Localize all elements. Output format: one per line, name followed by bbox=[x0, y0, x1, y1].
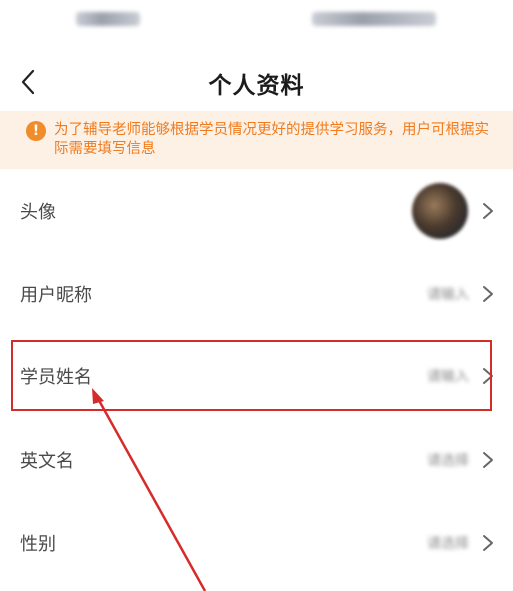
row-gender[interactable]: 性别 请选择 bbox=[0, 513, 513, 573]
chevron-right-icon bbox=[483, 286, 493, 302]
status-time bbox=[76, 12, 140, 26]
profile-screen: 个人资料 ! 为了辅导老师能够根据学员情况更好的提供学习服务，用户可根据实际需要… bbox=[0, 0, 513, 591]
row-label-gender: 性别 bbox=[20, 534, 56, 555]
page-title: 个人资料 bbox=[208, 73, 305, 99]
row-avatar[interactable]: 头像 bbox=[0, 181, 513, 241]
status-bar bbox=[0, 0, 513, 40]
row-nickname[interactable]: 用户昵称 请输入 bbox=[0, 264, 513, 324]
chevron-right-icon bbox=[483, 452, 493, 468]
row-value-student-name: 请输入 bbox=[427, 369, 469, 385]
chevron-right-icon bbox=[483, 535, 493, 551]
chevron-right-icon bbox=[483, 368, 493, 384]
row-label-avatar: 头像 bbox=[20, 202, 56, 223]
row-label-student-name: 学员姓名 bbox=[20, 367, 92, 388]
notice-text: 为了辅导老师能够根据学员情况更好的提供学习服务，用户可根据实际需要填写信息 bbox=[54, 122, 489, 157]
row-label-nickname: 用户昵称 bbox=[20, 285, 92, 306]
row-value-english-name: 请选择 bbox=[427, 453, 469, 469]
row-label-english-name: 英文名 bbox=[20, 451, 74, 472]
info-icon: ! bbox=[26, 121, 46, 141]
info-notice: ! 为了辅导老师能够根据学员情况更好的提供学习服务，用户可根据实际需要填写信息 bbox=[0, 111, 513, 169]
row-student-name[interactable]: 学员姓名 请输入 bbox=[0, 346, 513, 406]
row-value-nickname: 请输入 bbox=[427, 287, 469, 303]
row-english-name[interactable]: 英文名 请选择 bbox=[0, 430, 513, 490]
avatar bbox=[412, 183, 468, 239]
row-value-gender: 请选择 bbox=[427, 536, 469, 552]
header: 个人资料 bbox=[0, 58, 513, 106]
chevron-right-icon bbox=[483, 203, 493, 219]
status-icons bbox=[312, 12, 436, 26]
